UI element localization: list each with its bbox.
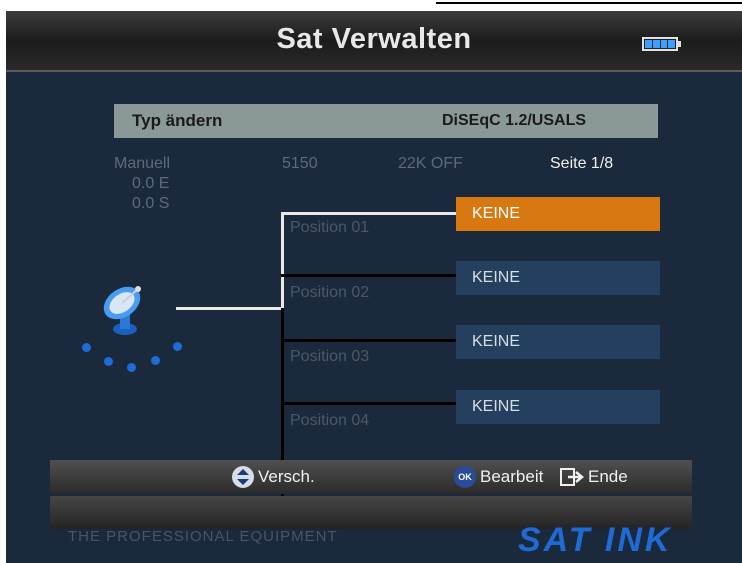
receiver-screen: Sat Verwalten Typ ändern DiSEqC 1.2/USAL… <box>6 11 742 563</box>
connector-line <box>281 339 458 342</box>
position-value-03[interactable]: KEINE <box>456 325 660 359</box>
type-change-value: DiSEqC 1.2/USALS <box>442 112 587 129</box>
brand-logo: SAT INK <box>518 521 673 559</box>
frequency-text: 5150 <box>282 155 318 172</box>
page-title: Sat Verwalten <box>276 23 472 55</box>
connector-line <box>281 274 458 277</box>
type-change-label: Typ ändern <box>132 111 223 130</box>
position-label-01: Position 01 <box>290 219 370 236</box>
top-border-line <box>436 0 742 4</box>
connector-line <box>281 402 458 405</box>
header-bar: Sat Verwalten <box>6 11 742 72</box>
mode-text: Manuell <box>114 155 171 172</box>
exit-hint: Ende <box>588 467 628 486</box>
position-label-02: Position 02 <box>290 284 370 301</box>
connector-line <box>176 307 283 310</box>
battery-tip <box>678 41 681 47</box>
signal-dot <box>127 363 136 372</box>
signal-dot <box>82 343 91 352</box>
tone-text: 22K OFF <box>398 155 463 172</box>
position-value-02[interactable]: KEINE <box>456 261 660 295</box>
up-down-arrow-icon <box>232 466 254 488</box>
coord-s-text: 0.0 S <box>132 195 170 212</box>
watermark-text: THE PROFESSIONAL EQUIPMENT <box>68 528 338 545</box>
battery-icon <box>642 37 678 51</box>
move-hint: Versch. <box>258 467 315 486</box>
page-indicator: Seite 1/8 <box>550 155 614 172</box>
hint-bar: Versch. OK Bearbeit Ende <box>50 460 692 494</box>
position-value-04[interactable]: KEINE <box>456 390 660 424</box>
type-change-row[interactable]: Typ ändern DiSEqC 1.2/USALS <box>114 104 658 138</box>
ok-icon: OK <box>454 466 476 488</box>
signal-dot <box>151 356 160 365</box>
exit-icon <box>560 468 584 486</box>
position-label-03: Position 03 <box>290 348 370 365</box>
signal-dot <box>104 357 113 366</box>
position-label-04: Position 04 <box>290 412 370 429</box>
coord-e-text: 0.0 E <box>132 175 170 192</box>
connector-line <box>281 212 458 215</box>
signal-dot <box>173 342 182 351</box>
edit-hint: Bearbeit <box>480 467 544 486</box>
position-value-01[interactable]: KEINE <box>456 197 660 231</box>
connector-line <box>281 212 284 310</box>
satellite-dish-icon <box>103 286 141 335</box>
